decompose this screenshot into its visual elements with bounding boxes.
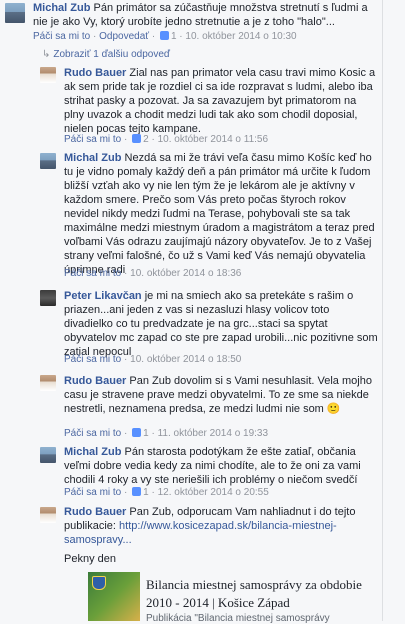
timestamp[interactable]: 10. október 2014 o 18:36	[130, 268, 241, 279]
reply-body: Rudo Bauer Pan Zub, odporucam Vam nahlia…	[64, 505, 379, 547]
reply-author[interactable]: Michal Zub	[64, 446, 121, 458]
like-link[interactable]: Páči sa mi to	[64, 268, 121, 279]
like-count[interactable]: 1	[143, 487, 149, 498]
reply-author[interactable]: Rudo Bauer	[64, 67, 126, 79]
avatar[interactable]	[40, 507, 56, 523]
reply-closing: Pekny den	[64, 553, 116, 565]
like-link[interactable]: Páči sa mi to	[33, 31, 90, 42]
like-link[interactable]: Páči sa mi to	[64, 134, 121, 145]
like-link[interactable]: Páči sa mi to	[64, 354, 121, 365]
reply-body: Rudo Bauer Zial nas pan primator vela ca…	[64, 66, 379, 136]
timestamp[interactable]: 12. október 2014 o 20:55	[158, 487, 269, 498]
show-more-replies-label[interactable]: Zobraziť 1 ďalšiu odpoveď	[53, 49, 170, 60]
timestamp[interactable]: 10. október 2014 o 11:56	[158, 134, 268, 145]
reply-author[interactable]: Michal Zub	[64, 152, 121, 164]
avatar[interactable]	[40, 67, 56, 83]
comment-body: Michal Zub Pán primátor sa zúčastňuje mn…	[33, 1, 378, 29]
avatar[interactable]	[5, 3, 25, 23]
coat-of-arms-icon	[92, 576, 106, 590]
reply-text: Nezdá sa mi že trávi veľa času mimo Koší…	[64, 152, 375, 276]
reply-body: Peter Likavčan je mi na smiech ako sa pr…	[64, 289, 379, 359]
show-more-replies[interactable]: ↳ Zobraziť 1 ďalšiu odpoveď	[42, 49, 170, 60]
reply-author[interactable]: Peter Likavčan	[64, 290, 142, 302]
like-icon	[132, 487, 142, 496]
like-count[interactable]: 1	[171, 31, 177, 42]
timestamp[interactable]: 10. október 2014 o 10:30	[185, 31, 296, 42]
like-link[interactable]: Páči sa mi to	[64, 428, 121, 439]
smile-emoji-icon: 🙂	[326, 403, 341, 415]
comment-actions: Páči sa mi to · Odpovedať · 1 · 10. októ…	[33, 31, 297, 42]
like-count[interactable]: 1	[143, 428, 149, 439]
like-count[interactable]: 2	[143, 134, 149, 145]
reply-author[interactable]: Rudo Bauer	[64, 506, 126, 518]
avatar[interactable]	[40, 153, 56, 169]
right-border	[382, 0, 383, 621]
reply-body: Rudo Bauer Pan Zub dovolim si s Vami nes…	[64, 374, 379, 416]
reply-actions: Páči sa mi to · 1 · 12. október 2014 o 2…	[64, 487, 269, 498]
avatar[interactable]	[40, 375, 56, 391]
comment-author[interactable]: Michal Zub	[33, 2, 90, 14]
timestamp[interactable]: 11. október 2014 o 19:33	[158, 428, 268, 439]
reply-actions: Páči sa mi to · 10. október 2014 o 18:36	[64, 268, 242, 279]
reply-arrow-icon: ↳	[42, 49, 51, 60]
reply-body: Michal Zub Nezdá sa mi že trávi veľa čas…	[64, 151, 379, 277]
link-preview-thumbnail[interactable]	[88, 572, 140, 621]
link-preview-subtitle: Publikácia "Bilancia miestnej samosprávy	[146, 613, 330, 624]
reply-actions: Páči sa mi to · 2 · 10. október 2014 o 1…	[64, 134, 269, 145]
reply-actions: Páči sa mi to · 1 · 11. október 2014 o 1…	[64, 428, 269, 439]
reply-body: Michal Zub Pán starosta podotýkam že ešt…	[64, 445, 379, 487]
link-preview-title[interactable]: Bilancia miestnej samosprávy za obdobie …	[146, 576, 376, 612]
like-link[interactable]: Páči sa mi to	[64, 487, 121, 498]
reply-link[interactable]: Odpovedať	[99, 31, 149, 42]
reply-actions: Páči sa mi to · 10. október 2014 o 18:50	[64, 354, 242, 365]
reply-author[interactable]: Rudo Bauer	[64, 375, 126, 387]
like-icon	[132, 134, 142, 143]
avatar[interactable]	[40, 290, 56, 306]
like-icon	[132, 428, 142, 437]
timestamp[interactable]: 10. október 2014 o 18:50	[130, 354, 241, 365]
avatar[interactable]	[40, 447, 56, 463]
like-icon	[159, 31, 169, 40]
